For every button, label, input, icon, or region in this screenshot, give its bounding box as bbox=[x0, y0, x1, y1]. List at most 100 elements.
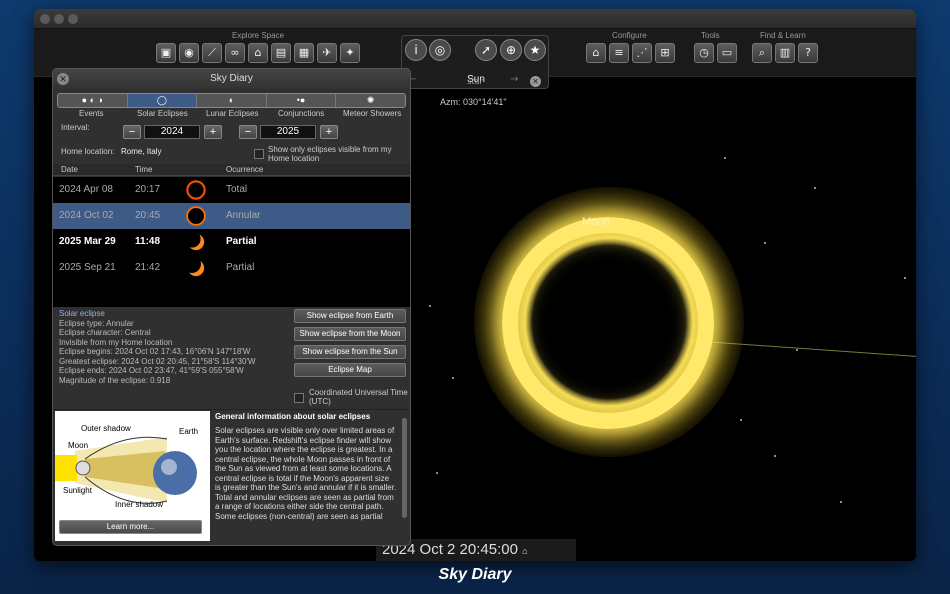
interval-start-plus-button[interactable]: + bbox=[204, 125, 222, 139]
details-ends: Eclipse ends: 2024 Oct 02 23:47, 41°59'S… bbox=[59, 366, 244, 375]
tab-lunar-eclipses-label[interactable]: Lunar Eclipses bbox=[206, 109, 258, 118]
table-row-selected[interactable]: 2024 Oct 02 20:45 Annular bbox=[53, 203, 410, 229]
row-time: 20:17 bbox=[135, 184, 161, 195]
binoculars-icon[interactable]: ∞ bbox=[225, 43, 245, 63]
zoom-window-button[interactable] bbox=[68, 14, 78, 24]
utc-label: Coordinated Universal Time (UTC) bbox=[309, 388, 408, 406]
partial-eclipse-icon bbox=[186, 258, 206, 278]
interval-start-minus-button[interactable]: − bbox=[123, 125, 141, 139]
diagram-outer-shadow-label: Outer shadow bbox=[81, 424, 131, 433]
eclipse-table: 2024 Apr 08 20:17 Total 2024 Oct 02 20:4… bbox=[53, 177, 410, 307]
row-time: 20:45 bbox=[135, 210, 161, 221]
details-magnitude: Magnitude of the eclipse: 0.918 bbox=[59, 375, 171, 385]
show-from-earth-button[interactable]: Show eclipse from Earth bbox=[294, 309, 406, 323]
observatory-icon[interactable]: ⌂ bbox=[248, 43, 268, 63]
general-info-title: General information about solar eclipses bbox=[215, 412, 371, 421]
interval-end-minus-button[interactable]: − bbox=[239, 125, 257, 139]
learn-more-button[interactable]: Learn more... bbox=[59, 520, 202, 534]
sky-diary-icon[interactable]: ▤ bbox=[271, 43, 291, 63]
moon-label[interactable]: Moon bbox=[582, 216, 610, 228]
home-icon[interactable]: ⌂ bbox=[586, 43, 606, 63]
diagram-earth-label: Earth bbox=[179, 427, 199, 436]
telescope-icon[interactable]: ⟋ bbox=[202, 43, 222, 63]
tab-solar-eclipses-label[interactable]: Solar Eclipses bbox=[137, 109, 188, 118]
info-icon[interactable]: i bbox=[405, 39, 427, 61]
book-icon[interactable]: ▥ bbox=[775, 43, 795, 63]
row-occurrence: Partial bbox=[226, 236, 257, 247]
show-from-sun-button[interactable]: Show eclipse from the Sun bbox=[294, 345, 406, 359]
close-dialog-icon[interactable]: ✕ bbox=[57, 73, 69, 85]
azimuth-readout: Azm: 030°14'41" bbox=[440, 97, 507, 107]
row-occurrence: Annular bbox=[226, 210, 261, 221]
sliders-icon[interactable]: ≡ bbox=[609, 43, 629, 63]
help-icon[interactable]: ? bbox=[798, 43, 818, 63]
home-time-icon[interactable]: ⌂ bbox=[522, 546, 527, 556]
constellation-icon[interactable]: ⋰ bbox=[632, 43, 652, 63]
category-tabs: ● ◐ ◑ ◯ ◐ •● ✺ bbox=[57, 93, 406, 108]
calendar-icon[interactable]: ▦ bbox=[294, 43, 314, 63]
table-row[interactable]: 2025 Sep 21 21:42 Partial bbox=[53, 255, 410, 281]
table-header: Date Time Ocurrence bbox=[53, 164, 410, 176]
tab-solar-eclipses-icon[interactable]: ◯ bbox=[127, 94, 198, 107]
annular-eclipse-ring[interactable] bbox=[502, 217, 714, 429]
row-date: 2024 Apr 08 bbox=[59, 184, 113, 195]
divider bbox=[53, 409, 410, 410]
tab-conjunctions-icon[interactable]: •● bbox=[267, 94, 337, 107]
caption: Sky Diary bbox=[438, 566, 512, 583]
column-date[interactable]: Date bbox=[61, 165, 78, 174]
table-row[interactable]: 2024 Apr 08 20:17 Total bbox=[53, 177, 410, 203]
details-character: Eclipse character: Central bbox=[59, 328, 151, 337]
column-occurrence[interactable]: Ocurrence bbox=[226, 165, 263, 174]
only-visible-checkbox[interactable] bbox=[254, 149, 264, 159]
row-time: 21:42 bbox=[135, 262, 161, 273]
screen-icon[interactable]: ▭ bbox=[717, 43, 737, 63]
tab-lunar-eclipses-icon[interactable]: ◐ bbox=[197, 94, 267, 107]
eclipse-map-button[interactable]: Eclipse Map bbox=[294, 363, 406, 377]
tab-events-icon[interactable]: ● ◐ ◑ bbox=[58, 94, 128, 107]
configure-label: Configure bbox=[612, 31, 647, 40]
column-time[interactable]: Time bbox=[135, 165, 152, 174]
diagram-moon-label: Moon bbox=[68, 441, 89, 450]
close-window-button[interactable] bbox=[40, 14, 50, 24]
annular-eclipse-icon bbox=[186, 206, 206, 226]
details-type: Eclipse type: Annular bbox=[59, 318, 134, 328]
dialog-title: Sky Diary bbox=[53, 69, 410, 89]
info-scrollbar[interactable] bbox=[402, 418, 407, 518]
diagram-inner-shadow-label: Inner shadow bbox=[115, 500, 164, 509]
satellite-icon[interactable]: ✦ bbox=[340, 43, 360, 63]
orbit-icon[interactable]: ◎ bbox=[429, 39, 451, 61]
partial-eclipse-icon bbox=[186, 232, 206, 252]
details-greatest: Greatest eclipse: 2024 Oct 02 20:45, 21°… bbox=[59, 356, 256, 366]
telescope-point-icon[interactable]: ➚ bbox=[475, 39, 497, 61]
row-time: 11:48 bbox=[135, 236, 161, 247]
total-eclipse-icon bbox=[186, 180, 206, 200]
target-icon[interactable]: ⊕ bbox=[500, 39, 522, 61]
table-row[interactable]: 2025 Mar 29 11:48 Partial bbox=[53, 229, 410, 255]
spacecraft-icon[interactable]: ✈ bbox=[317, 43, 337, 63]
eclipse-details: Solar eclipse Eclipse type: Annular Ecli… bbox=[59, 309, 289, 385]
details-begins: Eclipse begins: 2024 Oct 02 17:43, 16°06… bbox=[59, 347, 251, 356]
row-date: 2025 Mar 29 bbox=[59, 236, 116, 247]
favorite-star-icon[interactable]: ★ bbox=[524, 39, 546, 61]
general-info-text: Solar eclipses are visible only over lim… bbox=[215, 426, 397, 521]
home-location-label: Home location: bbox=[61, 147, 115, 156]
utc-checkbox[interactable] bbox=[294, 393, 304, 403]
interval-end-plus-button[interactable]: + bbox=[320, 125, 338, 139]
row-occurrence: Partial bbox=[226, 262, 255, 273]
interval-start-field[interactable]: 2024 bbox=[144, 125, 200, 139]
tab-conjunctions-label[interactable]: Conjunctions bbox=[278, 109, 324, 118]
sky-diary-dialog: Sky Diary ✕ ● ◐ ◑ ◯ ◐ •● ✺ Events Solar … bbox=[52, 68, 411, 546]
location-icon[interactable]: ◉ bbox=[179, 43, 199, 63]
tab-meteor-showers-icon[interactable]: ✺ bbox=[336, 94, 405, 107]
only-visible-label: Show only eclipses visible from my Home … bbox=[268, 145, 392, 163]
minimize-window-button[interactable] bbox=[54, 14, 64, 24]
tab-events-label[interactable]: Events bbox=[79, 109, 103, 118]
clock-icon[interactable]: ◷ bbox=[694, 43, 714, 63]
show-from-moon-button[interactable]: Show eclipse from the Moon bbox=[294, 327, 406, 341]
diagram-sunlight-label: Sunlight bbox=[63, 486, 92, 495]
interval-end-field[interactable]: 2025 bbox=[260, 125, 316, 139]
save-icon[interactable]: ▣ bbox=[156, 43, 176, 63]
tab-meteor-showers-label[interactable]: Meteor Showers bbox=[343, 109, 401, 118]
search-icon[interactable]: ⌕ bbox=[752, 43, 772, 63]
grid-icon[interactable]: ⊞ bbox=[655, 43, 675, 63]
